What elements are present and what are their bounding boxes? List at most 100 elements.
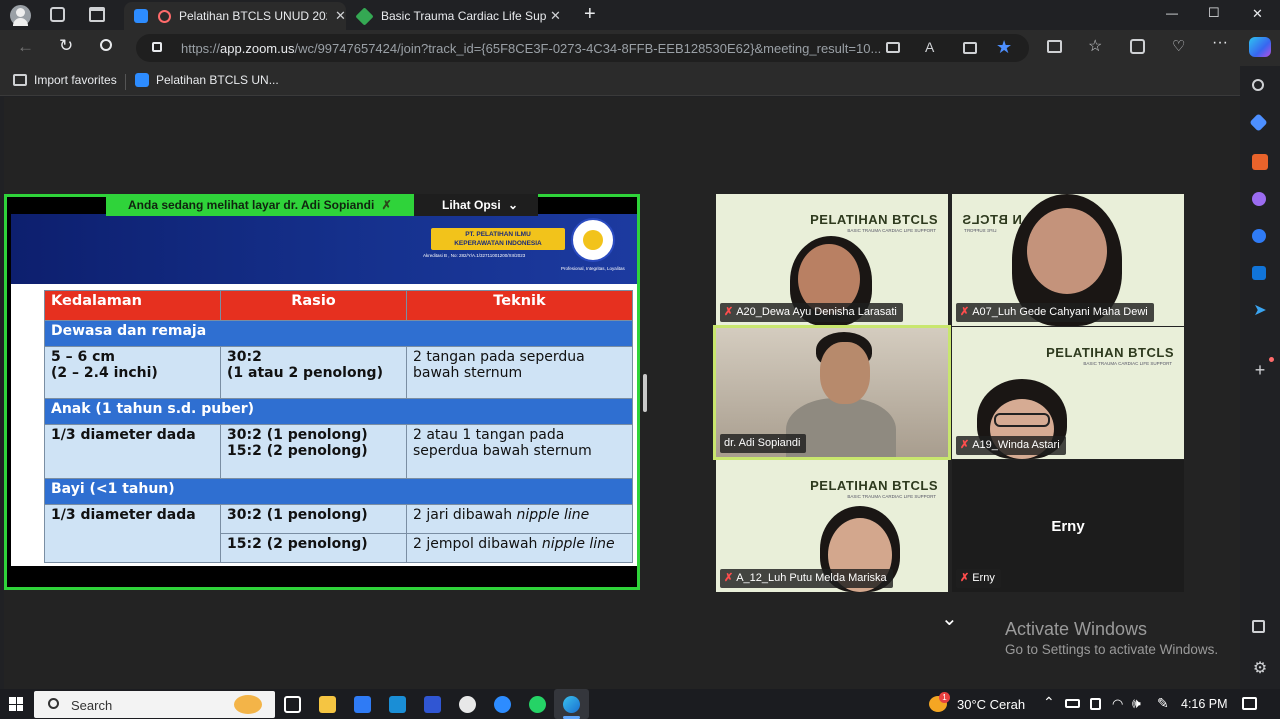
- participant-face: [820, 342, 870, 404]
- new-tab-button[interactable]: +: [584, 3, 596, 26]
- participant-name-label: ✗ A_12_Luh Putu Melda Mariska: [720, 569, 893, 588]
- url-text[interactable]: https://app.zoom.us/wc/99747657424/join?…: [181, 41, 881, 56]
- outlook-icon[interactable]: [1252, 266, 1266, 280]
- screenshot-icon[interactable]: [1252, 620, 1265, 633]
- more-menu-icon[interactable]: ···: [1212, 34, 1228, 52]
- taskbar-search[interactable]: Search: [34, 691, 275, 718]
- battery-icon[interactable]: [1065, 699, 1080, 708]
- tab-btcls-doc[interactable]: Basic Trauma Cardiac Life Suppor ✕: [350, 2, 575, 30]
- participant-tile-active-speaker[interactable]: dr. Adi Sopiandi: [713, 325, 951, 460]
- pen-menu-icon[interactable]: ✎: [1157, 695, 1169, 712]
- profile-avatar-icon[interactable]: [10, 5, 31, 26]
- import-favorites-link[interactable]: Import favorites: [13, 73, 117, 87]
- chevron-down-icon: ⌄: [508, 198, 519, 212]
- wifi-icon[interactable]: ◠: [1112, 696, 1123, 712]
- tools-briefcase-icon[interactable]: [1252, 154, 1268, 170]
- participant-name-label: ✗ A20_Dewa Ayu Denisha Larasati: [720, 303, 903, 322]
- start-windows-icon[interactable]: [9, 697, 23, 711]
- weather-badge: 1: [939, 692, 950, 703]
- chat-app-icon[interactable]: [459, 696, 476, 713]
- table-row: 1/3 diameter dada 30:2 (1 penolong) 2 ja…: [44, 504, 633, 563]
- add-sidebar-app-icon[interactable]: +: [1252, 361, 1268, 379]
- cell-ratio: 30:2 (1 penolong): [220, 504, 407, 534]
- store-icon[interactable]: [354, 696, 371, 713]
- slide-header: PT. PELATIHAN ILMU KEPERAWATAN INDONESIA…: [11, 214, 637, 284]
- search-icon: [48, 698, 59, 709]
- poster-subtitle: LIFE SUPPORT: [964, 228, 997, 233]
- poster-subtitle: BASIC TRAUMA CARDIAC LIFE SUPPORT: [847, 228, 936, 233]
- poster-subtitle: BASIC TRAUMA CARDIAC LIFE SUPPORT: [847, 494, 936, 499]
- shopping-tag-icon[interactable]: [1249, 113, 1268, 132]
- minimize-button[interactable]: —: [1166, 6, 1178, 20]
- glasses-icon: [994, 413, 1050, 427]
- participant-tile[interactable]: PELATIHAN BTCLS BASIC TRAUMA CARDIAC LIF…: [716, 194, 948, 326]
- tab-close-icon[interactable]: ✕: [550, 8, 561, 24]
- camera-permission-icon[interactable]: [886, 42, 900, 53]
- maximize-button[interactable]: ☐: [1208, 5, 1220, 21]
- weather-text[interactable]: 30°C Cerah: [957, 697, 1025, 712]
- split-screen-icon[interactable]: [1047, 40, 1062, 53]
- pen-app-icon[interactable]: [424, 696, 441, 713]
- telegram-icon[interactable]: ➤: [1252, 303, 1268, 319]
- muted-mic-icon: ✗: [960, 572, 970, 584]
- favorite-star-icon[interactable]: ★: [996, 37, 1012, 58]
- file-explorer-icon[interactable]: [319, 696, 336, 713]
- favorites-bar: Import favorites Pelatihan BTCLS UN...: [0, 66, 1280, 96]
- activate-windows-title: Activate Windows: [1005, 619, 1148, 639]
- games-icon[interactable]: [1252, 192, 1266, 206]
- tab-actions-icon[interactable]: [89, 7, 105, 22]
- copilot-icon[interactable]: [1249, 37, 1271, 57]
- app-available-icon[interactable]: [963, 42, 977, 54]
- favorites-icon[interactable]: ☆: [1088, 36, 1102, 56]
- recording-icon: [158, 9, 171, 23]
- gallery-expand-chevron-icon[interactable]: ⌄: [941, 606, 958, 631]
- task-view-icon[interactable]: [284, 696, 301, 713]
- shared-screen[interactable]: PT. PELATIHAN ILMU KEPERAWATAN INDONESIA…: [4, 194, 640, 590]
- import-icon: [13, 74, 27, 86]
- search-icon[interactable]: [100, 39, 112, 51]
- view-options-button[interactable]: Lihat Opsi ⌄: [414, 194, 538, 216]
- cell-technique: 2 tangan pada seperdua bawah sternum: [406, 346, 633, 399]
- whatsapp-icon[interactable]: [529, 696, 546, 713]
- read-aloud-icon[interactable]: A: [925, 39, 934, 55]
- workspaces-icon[interactable]: [50, 7, 65, 22]
- header-depth: Kedalaman: [44, 290, 221, 321]
- sidebar-search-icon[interactable]: [1252, 79, 1264, 91]
- zoom-app-icon[interactable]: [494, 696, 511, 713]
- participant-tile[interactable]: PELATIHAN BTCLS BASIC TRAUMA CARDIAC LIF…: [716, 460, 948, 592]
- copilot-sidebar-icon[interactable]: [1252, 229, 1266, 243]
- org-banner: PT. PELATIHAN ILMU KEPERAWATAN INDONESIA: [431, 228, 565, 250]
- participant-tile[interactable]: PELATIHAN BTCLS BASIC TRAUMA CARDIAC LIF…: [952, 327, 1184, 459]
- poster-title: PELATIHAN BTCLS: [810, 478, 938, 493]
- back-icon[interactable]: ←: [17, 37, 34, 57]
- show-hidden-icons-chevron[interactable]: ⌃: [1043, 694, 1055, 711]
- favorite-zoom-link[interactable]: Pelatihan BTCLS UN...: [135, 73, 279, 87]
- poster-title: N BTCLS: [962, 212, 1022, 227]
- refresh-icon[interactable]: ↻: [59, 36, 73, 56]
- participant-name-label: ✗ Erny: [956, 569, 1001, 588]
- tab-close-icon[interactable]: ✕: [335, 8, 346, 24]
- browser-essentials-icon[interactable]: ♡: [1172, 37, 1185, 55]
- clock-time[interactable]: 4:16 PM: [1181, 697, 1228, 711]
- splitter-handle[interactable]: [643, 374, 647, 412]
- mail-icon[interactable]: [389, 696, 406, 713]
- participant-tile[interactable]: Erny ✗ Erny: [952, 460, 1184, 592]
- poster-title: PELATIHAN BTCLS: [810, 212, 938, 227]
- notifications-icon[interactable]: [1242, 697, 1257, 710]
- participant-tile[interactable]: N BTCLS LIFE SUPPORT ✗ A07_Luh Gede Cahya…: [952, 194, 1184, 326]
- collections-icon[interactable]: [1130, 39, 1145, 54]
- edge-browser-icon[interactable]: [563, 696, 580, 713]
- tab-zoom-meeting[interactable]: Pelatihan BTCLS UNUD 2024 ✕: [124, 2, 346, 30]
- settings-gear-icon[interactable]: ⚙: [1252, 661, 1268, 677]
- close-window-button[interactable]: ✕: [1252, 6, 1263, 22]
- address-bar[interactable]: https://app.zoom.us/wc/99747657424/join?…: [136, 34, 1029, 62]
- section-row-adult: Dewasa dan remaja: [44, 320, 633, 347]
- muted-mic-icon: ✗: [724, 306, 734, 318]
- lock-icon[interactable]: [152, 42, 162, 52]
- organization-logo: [571, 218, 615, 262]
- meet-now-icon[interactable]: [1090, 698, 1101, 710]
- muted-mic-icon: ✗: [724, 572, 734, 584]
- activate-windows-subtitle: Go to Settings to activate Windows.: [1005, 642, 1219, 657]
- speaker-icon[interactable]: 🕪: [1132, 695, 1141, 712]
- section-row-infant: Bayi (<1 tahun): [44, 478, 633, 505]
